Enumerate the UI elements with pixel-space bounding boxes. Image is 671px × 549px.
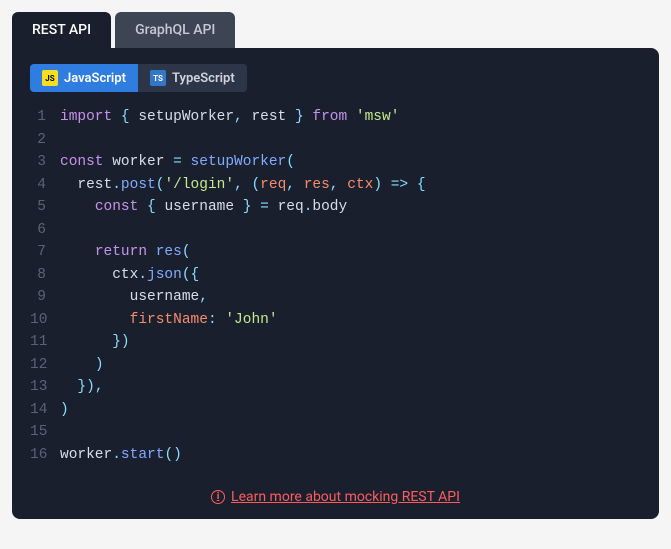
code-line: 14)	[30, 399, 641, 422]
code-line: 1import { setupWorker, rest } from 'msw'	[30, 106, 641, 129]
code-line: 6	[30, 219, 641, 242]
code-content: )	[60, 354, 104, 377]
line-number: 6	[30, 219, 60, 242]
line-number: 10	[30, 309, 60, 332]
code-content: })	[60, 331, 130, 354]
code-content	[60, 219, 69, 242]
code-content: return res(	[60, 241, 191, 264]
code-line: 10 firstName: 'John'	[30, 309, 641, 332]
tab-graphql-api[interactable]: GraphQL API	[115, 12, 235, 48]
code-content: }),	[60, 376, 104, 399]
line-number: 7	[30, 241, 60, 264]
language-tabs: JS JavaScript TS TypeScript	[30, 64, 247, 92]
line-number: 16	[30, 444, 60, 467]
line-number: 1	[30, 106, 60, 129]
code-content: username,	[60, 286, 208, 309]
info-icon: i	[211, 490, 225, 504]
code-block: 1import { setupWorker, rest } from 'msw'…	[30, 106, 641, 466]
code-line: 9 username,	[30, 286, 641, 309]
code-line: 13 }),	[30, 376, 641, 399]
learn-more-link[interactable]: i Learn more about mocking REST API	[211, 489, 460, 505]
ts-icon: TS	[150, 70, 166, 86]
code-line: 12 )	[30, 354, 641, 377]
code-panel: JS JavaScript TS TypeScript 1import { se…	[12, 48, 659, 519]
line-number: 15	[30, 421, 60, 444]
line-number: 4	[30, 174, 60, 197]
code-line: 7 return res(	[30, 241, 641, 264]
code-line: 2	[30, 129, 641, 152]
line-number: 5	[30, 196, 60, 219]
code-content: )	[60, 399, 69, 422]
code-line: 3const worker = setupWorker(	[30, 151, 641, 174]
code-line: 11 })	[30, 331, 641, 354]
learn-more-text: Learn more about mocking REST API	[231, 489, 460, 505]
lang-tab-typescript[interactable]: TS TypeScript	[138, 64, 247, 92]
line-number: 14	[30, 399, 60, 422]
lang-label-ts: TypeScript	[172, 71, 235, 86]
code-line: 5 const { username } = req.body	[30, 196, 641, 219]
code-line: 8 ctx.json({	[30, 264, 641, 287]
api-tabs: REST API GraphQL API	[12, 12, 659, 48]
code-content	[60, 421, 69, 444]
tab-rest-api[interactable]: REST API	[12, 12, 111, 48]
code-content: import { setupWorker, rest } from 'msw'	[60, 106, 399, 129]
code-content: ctx.json({	[60, 264, 199, 287]
code-content: const worker = setupWorker(	[60, 151, 295, 174]
code-content	[60, 129, 69, 152]
code-line: 16worker.start()	[30, 444, 641, 467]
js-icon: JS	[42, 70, 58, 86]
code-content: const { username } = req.body	[60, 196, 347, 219]
line-number: 3	[30, 151, 60, 174]
line-number: 9	[30, 286, 60, 309]
line-number: 13	[30, 376, 60, 399]
lang-label-js: JavaScript	[64, 71, 126, 86]
line-number: 12	[30, 354, 60, 377]
code-line: 4 rest.post('/login', (req, res, ctx) =>…	[30, 174, 641, 197]
footer-link-row: i Learn more about mocking REST API	[30, 484, 641, 505]
code-line: 15	[30, 421, 641, 444]
line-number: 8	[30, 264, 60, 287]
lang-tab-javascript[interactable]: JS JavaScript	[30, 64, 138, 92]
line-number: 11	[30, 331, 60, 354]
code-content: worker.start()	[60, 444, 182, 467]
code-content: firstName: 'John'	[60, 309, 278, 332]
code-content: rest.post('/login', (req, res, ctx) => {	[60, 174, 426, 197]
line-number: 2	[30, 129, 60, 152]
